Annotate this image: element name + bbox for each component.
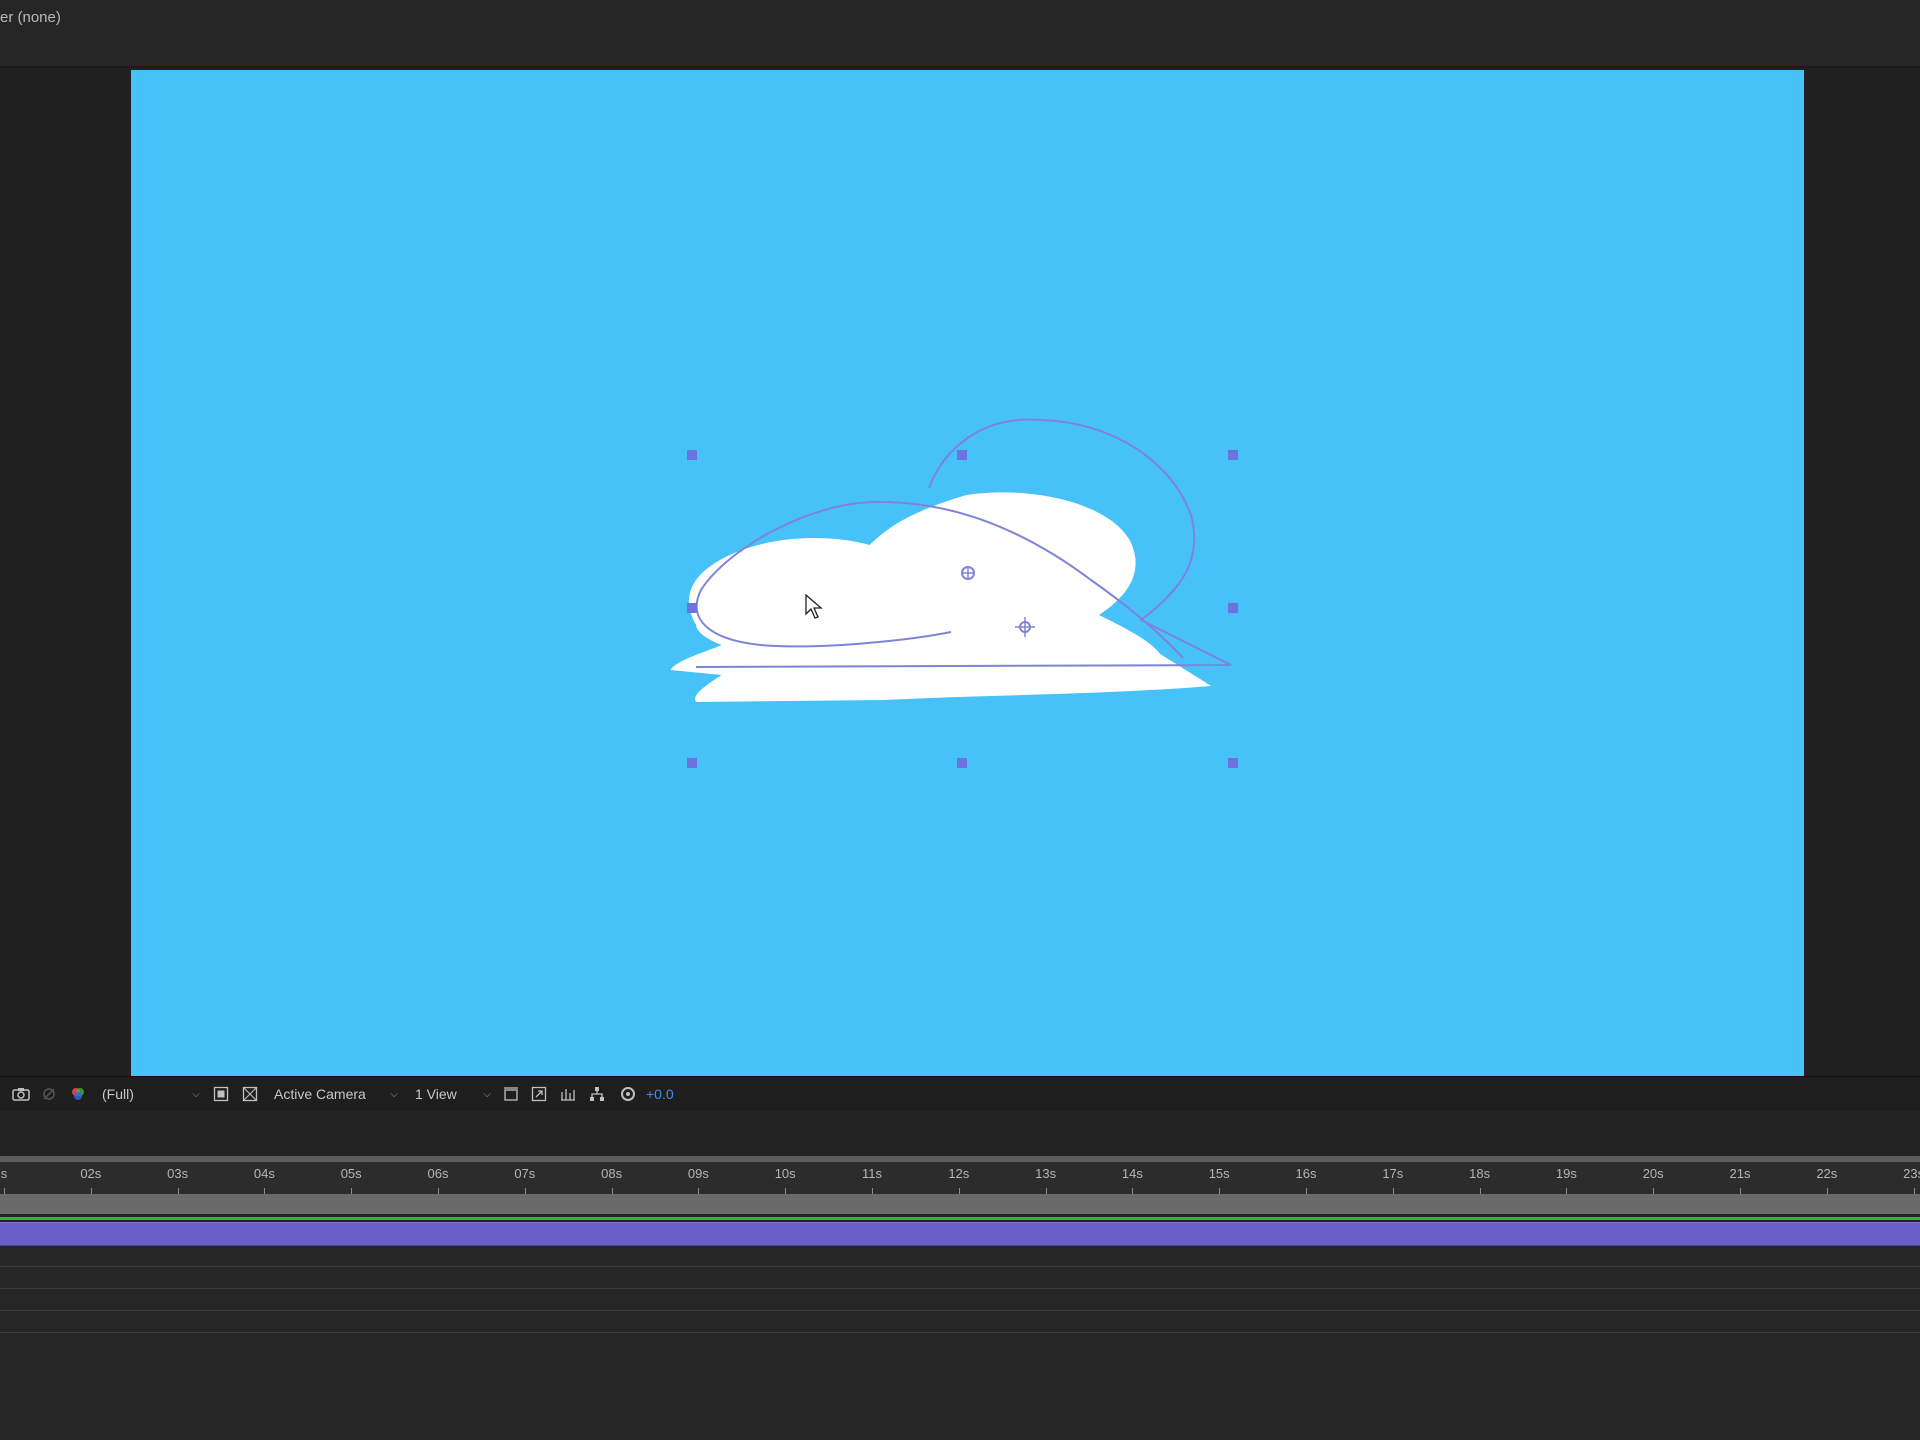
time-tick-label: 19s — [1555, 1166, 1577, 1181]
time-tick-label: 07s — [514, 1166, 536, 1181]
handle-mid-left[interactable] — [687, 603, 697, 613]
resolution-value: (Full) — [102, 1086, 134, 1102]
layer-label: er (none) — [0, 9, 61, 26]
time-tick-label: 08s — [601, 1166, 623, 1181]
show-snapshot-icon[interactable] — [39, 1084, 59, 1104]
handle-bottom-right[interactable] — [1228, 758, 1238, 768]
cloud-layer-svg[interactable] — [131, 70, 1804, 1076]
time-tick-label: 15s — [1208, 1166, 1230, 1181]
time-tick-label: 03s — [167, 1166, 189, 1181]
handle-top-center[interactable] — [957, 450, 967, 460]
track-divider — [0, 1310, 1920, 1311]
chevron-down-icon: ⌵ — [483, 1088, 491, 1100]
handle-top-right[interactable] — [1228, 450, 1238, 460]
time-tick-label: 12s — [948, 1166, 970, 1181]
time-tick-label: 02s — [80, 1166, 102, 1181]
time-tick-label: 04s — [253, 1166, 275, 1181]
flowchart-icon[interactable] — [587, 1084, 607, 1104]
time-tick-label: 18s — [1469, 1166, 1491, 1181]
resolution-dropdown[interactable]: (Full) ⌵ — [102, 1083, 200, 1105]
mouse-cursor-icon — [805, 594, 823, 619]
time-tick-label: 22s — [1816, 1166, 1838, 1181]
time-tick-label: 20s — [1642, 1166, 1664, 1181]
viewer-header: er (none) — [0, 0, 1920, 68]
camera-value: Active Camera — [274, 1086, 366, 1102]
time-tick-label: 11s — [862, 1166, 882, 1181]
reset-exposure-icon[interactable] — [618, 1084, 638, 1104]
composition-canvas[interactable] — [131, 70, 1804, 1076]
handle-mid-right[interactable] — [1228, 603, 1238, 613]
time-tick-label: s — [0, 1166, 8, 1181]
time-tick-label: 05s — [340, 1166, 362, 1181]
time-tick-label: 10s — [774, 1166, 796, 1181]
exposure-value[interactable]: +0.0 — [646, 1083, 674, 1105]
toggle-pixel-aspect-icon[interactable] — [501, 1084, 521, 1104]
view-layout-dropdown[interactable]: 1 View ⌵ — [415, 1083, 491, 1105]
time-tick-label: 09s — [687, 1166, 709, 1181]
track-divider — [0, 1332, 1920, 1333]
time-tick-label: 06s — [427, 1166, 449, 1181]
time-tick-label: 13s — [1035, 1166, 1057, 1181]
time-tick-label: 21s — [1729, 1166, 1751, 1181]
fast-previews-icon[interactable] — [529, 1084, 549, 1104]
cloud-shape[interactable] — [670, 492, 1212, 702]
timeline-header — [0, 1111, 1920, 1156]
camera-dropdown[interactable]: Active Camera ⌵ — [274, 1083, 398, 1105]
track-divider — [0, 1288, 1920, 1289]
chevron-down-icon: ⌵ — [192, 1088, 200, 1100]
timeline-icon[interactable] — [558, 1084, 578, 1104]
handle-top-left[interactable] — [687, 450, 697, 460]
layer-duration-bar[interactable] — [0, 1222, 1920, 1246]
camera-icon[interactable] — [11, 1084, 31, 1104]
color-channels-icon[interactable] — [68, 1084, 88, 1104]
time-ruler[interactable]: s 02s 03s 04s 05s 06s 07s 08s 09s 10s 11s 12s 13s 14s… — [0, 1156, 1920, 1194]
time-tick-label: 16s — [1295, 1166, 1317, 1181]
cache-indicator-line — [0, 1217, 1920, 1220]
time-tick-label: 14s — [1121, 1166, 1143, 1181]
viewer-toolbar: (Full) ⌵ Active Camera ⌵ 1 View ⌵ +0.0 — [0, 1076, 1920, 1112]
region-of-interest-icon[interactable] — [211, 1084, 231, 1104]
timeline-tracks[interactable] — [0, 1246, 1920, 1440]
handle-bottom-left[interactable] — [687, 758, 697, 768]
time-tick-label: 17s — [1382, 1166, 1404, 1181]
time-tick-label: 23s — [1903, 1166, 1920, 1181]
chevron-down-icon: ⌵ — [390, 1088, 398, 1100]
view-layout-value: 1 View — [415, 1086, 457, 1102]
work-area-bar[interactable] — [0, 1194, 1920, 1214]
transparency-grid-icon[interactable] — [240, 1084, 260, 1104]
handle-bottom-center[interactable] — [957, 758, 967, 768]
track-divider — [0, 1266, 1920, 1267]
